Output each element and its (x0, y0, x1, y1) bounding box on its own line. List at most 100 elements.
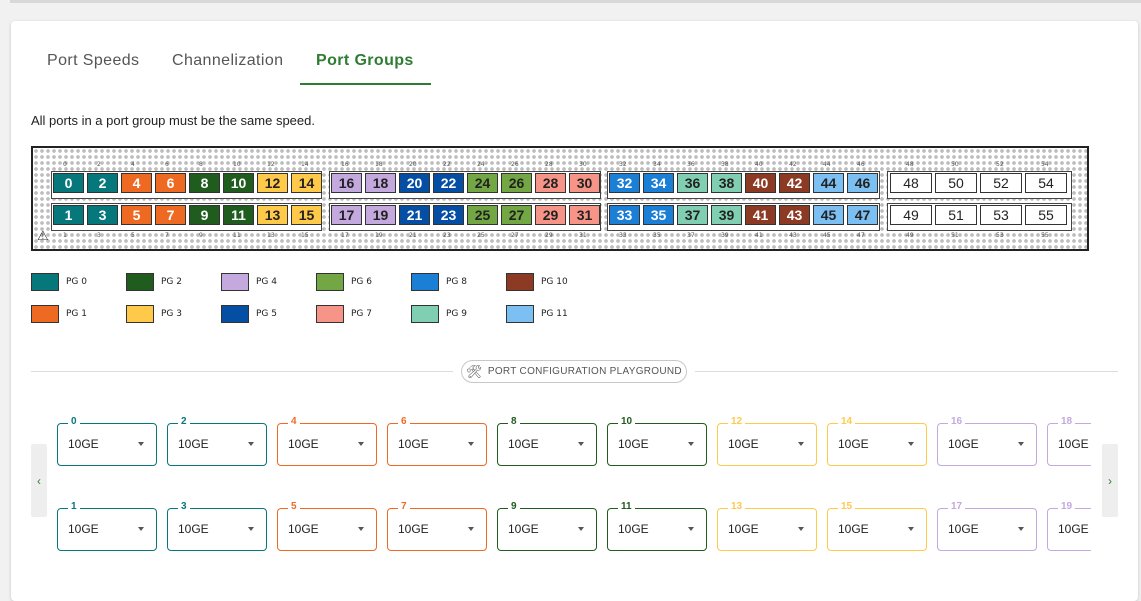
port-23[interactable]: 23 (433, 205, 464, 225)
port-41[interactable]: 41 (745, 205, 776, 225)
port-31[interactable]: 31 (569, 205, 600, 225)
select-value: 10GE (618, 522, 649, 536)
legend-item-pg-4: PG 4 (221, 273, 277, 291)
port-speed-select-11[interactable]: 11 10GE (607, 501, 707, 551)
port-20[interactable]: 20 (399, 173, 430, 193)
port-15[interactable]: 15 (291, 205, 322, 225)
port-34[interactable]: 34 (643, 173, 674, 193)
port-speed-select-14[interactable]: 14 10GE (827, 416, 927, 466)
port-speed-select-9[interactable]: 9 10GE (497, 501, 597, 551)
port-1[interactable]: 1 (53, 205, 84, 225)
port-14[interactable]: 14 (291, 173, 322, 193)
port-speed-select-5[interactable]: 5 10GE (277, 501, 377, 551)
port-tiny-label: 37 (687, 232, 695, 239)
scroll-left-button[interactable]: ‹ (31, 444, 47, 517)
port-27[interactable]: 27 (501, 205, 532, 225)
select-value: 10GE (1058, 437, 1089, 451)
port-tiny-label: 8 (199, 161, 203, 168)
port-13[interactable]: 13 (257, 205, 288, 225)
port-22[interactable]: 22 (433, 173, 464, 193)
port-19[interactable]: 19 (365, 205, 396, 225)
port-speed-select-8[interactable]: 8 10GE (497, 416, 597, 466)
port-38[interactable]: 38 (711, 173, 742, 193)
port-44[interactable]: 44 (813, 173, 844, 193)
port-speed-select-19[interactable]: 19 10GE (1047, 501, 1091, 551)
port-21[interactable]: 21 (399, 205, 430, 225)
select-value: 10GE (838, 522, 869, 536)
port-speed-select-18[interactable]: 18 10GE (1047, 416, 1091, 466)
port-2[interactable]: 2 (87, 173, 118, 193)
port-tiny-label: 27 (511, 232, 519, 239)
port-7[interactable]: 7 (155, 205, 186, 225)
port-speed-select-3[interactable]: 3 10GE (167, 501, 267, 551)
port-42[interactable]: 42 (779, 173, 810, 193)
port-10[interactable]: 10 (223, 173, 254, 193)
port-speed-select-7[interactable]: 7 10GE (387, 501, 487, 551)
port-29[interactable]: 29 (535, 205, 566, 225)
port-50[interactable]: 50 (935, 173, 977, 193)
port-speed-select-6[interactable]: 6 10GE (387, 416, 487, 466)
port-28[interactable]: 28 (535, 173, 566, 193)
port-47[interactable]: 47 (847, 205, 878, 225)
port-51[interactable]: 51 (935, 205, 977, 225)
port-tiny-label: 13 (267, 232, 275, 239)
port-16[interactable]: 16 (331, 173, 362, 193)
port-17[interactable]: 17 (331, 205, 362, 225)
port-11[interactable]: 11 (223, 205, 254, 225)
port-speed-select-1[interactable]: 1 10GE (57, 501, 157, 551)
port-speed-select-0[interactable]: 0 10GE (57, 416, 157, 466)
port-speed-select-10[interactable]: 10 10GE (607, 416, 707, 466)
port-48[interactable]: 48 (890, 173, 932, 193)
scroll-right-button[interactable]: › (1102, 444, 1118, 517)
port-30[interactable]: 30 (569, 173, 600, 193)
legend-label: PG 4 (256, 277, 277, 287)
port-tiny-label: 15 (301, 232, 309, 239)
port-speed-select-15[interactable]: 15 10GE (827, 501, 927, 551)
port-36[interactable]: 36 (677, 173, 708, 193)
tab-port-groups[interactable]: Port Groups (316, 52, 414, 70)
port-speed-select-16[interactable]: 16 10GE (937, 416, 1037, 466)
port-speed-select-17[interactable]: 17 10GE (937, 501, 1037, 551)
port-8[interactable]: 8 (189, 173, 220, 193)
port-speed-select-12[interactable]: 12 10GE (717, 416, 817, 466)
port-speed-select-4[interactable]: 4 10GE (277, 416, 377, 466)
port-5[interactable]: 5 (121, 205, 152, 225)
chevron-down-icon (138, 442, 144, 446)
port-6[interactable]: 6 (155, 173, 186, 193)
port-55[interactable]: 55 (1025, 205, 1067, 225)
port-12[interactable]: 12 (257, 173, 288, 193)
port-37[interactable]: 37 (677, 205, 708, 225)
port-tiny-label: 26 (511, 161, 519, 168)
port-53[interactable]: 53 (980, 205, 1022, 225)
legend-item-pg-8: PG 8 (411, 273, 467, 291)
port-9[interactable]: 9 (189, 205, 220, 225)
port-35[interactable]: 35 (643, 205, 674, 225)
port-24[interactable]: 24 (467, 173, 498, 193)
tools-icon: 🛠 (466, 363, 483, 379)
port-18[interactable]: 18 (365, 173, 396, 193)
port-40[interactable]: 40 (745, 173, 776, 193)
select-port-label: 4 (288, 416, 300, 427)
tab-channelization[interactable]: Channelization (172, 52, 283, 70)
port-43[interactable]: 43 (779, 205, 810, 225)
port-45[interactable]: 45 (813, 205, 844, 225)
port-4[interactable]: 4 (121, 173, 152, 193)
port-39[interactable]: 39 (711, 205, 742, 225)
legend-item-pg-9: PG 9 (411, 305, 467, 323)
port-25[interactable]: 25 (467, 205, 498, 225)
port-0[interactable]: 0 (53, 173, 84, 193)
port-33[interactable]: 33 (609, 205, 640, 225)
select-port-label: 12 (728, 416, 746, 427)
port-52[interactable]: 52 (980, 173, 1022, 193)
port-speed-select-2[interactable]: 2 10GE (167, 416, 267, 466)
tab-port-speeds[interactable]: Port Speeds (47, 52, 139, 70)
port-32[interactable]: 32 (609, 173, 640, 193)
port-tiny-label: 7 (165, 232, 169, 239)
port-speed-select-13[interactable]: 13 10GE (717, 501, 817, 551)
port-26[interactable]: 26 (501, 173, 532, 193)
port-46[interactable]: 46 (847, 173, 878, 193)
port-3[interactable]: 3 (87, 205, 118, 225)
port-54[interactable]: 54 (1025, 173, 1067, 193)
port-49[interactable]: 49 (890, 205, 932, 225)
legend-swatch (126, 305, 154, 323)
